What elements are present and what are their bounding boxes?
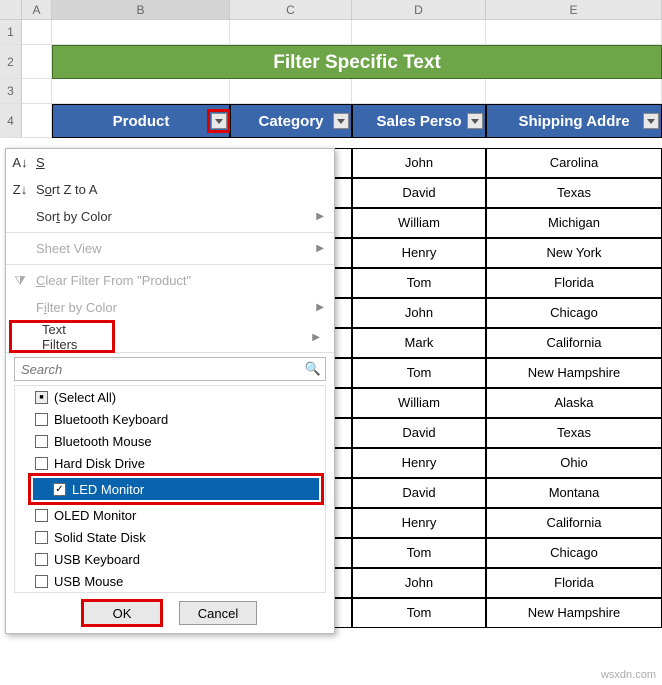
ok-button[interactable]: OK: [83, 601, 161, 625]
cell-sales[interactable]: Henry: [352, 238, 486, 268]
sort-by-color[interactable]: Sort by Color▶: [6, 203, 334, 230]
cell-ship[interactable]: California: [486, 328, 662, 358]
select-all-corner[interactable]: [0, 0, 22, 19]
cell-sales[interactable]: Tom: [352, 598, 486, 628]
col-header-A[interactable]: A: [22, 0, 52, 19]
sheet-view: Sheet View▶: [6, 235, 334, 262]
watermark: wsxdn.com: [601, 669, 656, 681]
cell-ship[interactable]: Chicago: [486, 538, 662, 568]
chevron-right-icon: ▶: [312, 332, 320, 343]
filter-dropdown-icon[interactable]: [211, 113, 227, 129]
cell-sales[interactable]: William: [352, 388, 486, 418]
filter-check-item[interactable]: OLED Monitor: [15, 504, 325, 526]
search-input[interactable]: [15, 361, 301, 378]
checkbox-icon: [35, 457, 48, 470]
checkbox-icon: [35, 509, 48, 522]
checkbox-icon: ✓: [53, 483, 66, 496]
cell-sales[interactable]: David: [352, 178, 486, 208]
checkbox-icon: [35, 531, 48, 544]
cell-ship[interactable]: California: [486, 508, 662, 538]
col-header-D[interactable]: D: [352, 0, 486, 19]
sort-az-icon: A↓: [12, 155, 28, 170]
cell-sales[interactable]: Tom: [352, 538, 486, 568]
header-product[interactable]: Product: [52, 104, 230, 138]
search-icon: 🔍: [301, 361, 325, 377]
cell-sales[interactable]: David: [352, 418, 486, 448]
cell-ship[interactable]: Montana: [486, 478, 662, 508]
filter-dropdown-icon[interactable]: [643, 113, 659, 129]
cell-ship[interactable]: Texas: [486, 178, 662, 208]
sort-az[interactable]: A↓ S: [6, 149, 334, 176]
row-header[interactable]: 3: [0, 79, 22, 104]
header-sales-person[interactable]: Sales Perso: [352, 104, 486, 138]
cell-ship[interactable]: Chicago: [486, 298, 662, 328]
filter-check-item[interactable]: Bluetooth Mouse: [15, 430, 325, 452]
checkbox-icon: [35, 435, 48, 448]
cell-sales[interactable]: John: [352, 298, 486, 328]
clear-filter: ⧩ Clear Filter From "Product": [6, 267, 334, 294]
cell-sales[interactable]: John: [352, 148, 486, 178]
checkbox-icon: [35, 413, 48, 426]
cell-ship[interactable]: Ohio: [486, 448, 662, 478]
title-merged-cell: Filter Specific Text: [52, 45, 662, 79]
cell-ship[interactable]: New Hampshire: [486, 598, 662, 628]
cell-sales[interactable]: Tom: [352, 358, 486, 388]
row-header[interactable]: 4: [0, 104, 22, 138]
filter-check-item[interactable]: Hard Disk Drive: [15, 452, 325, 474]
row-header[interactable]: 1: [0, 20, 22, 45]
sort-za[interactable]: Z↓ Sort Z to A: [6, 176, 334, 203]
filter-checklist: (Select All)Bluetooth KeyboardBluetooth …: [14, 385, 326, 593]
chevron-right-icon: ▶: [316, 211, 324, 222]
cell-ship[interactable]: Michigan: [486, 208, 662, 238]
cell-ship[interactable]: Texas: [486, 418, 662, 448]
filter-by-color: Filter by Color▶: [6, 294, 334, 321]
cell-ship[interactable]: New York: [486, 238, 662, 268]
chevron-right-icon: ▶: [316, 243, 324, 254]
cell-ship[interactable]: Florida: [486, 268, 662, 298]
column-header-row: A B C D E: [0, 0, 662, 20]
filter-check-item[interactable]: (Select All): [15, 386, 325, 408]
cell-sales[interactable]: William: [352, 208, 486, 238]
clear-filter-icon: ⧩: [12, 273, 28, 289]
cell-sales[interactable]: David: [352, 478, 486, 508]
col-header-B[interactable]: B: [52, 0, 230, 19]
header-shipping-address[interactable]: Shipping Addre: [486, 104, 662, 138]
col-header-E[interactable]: E: [486, 0, 662, 19]
cell-ship[interactable]: Alaska: [486, 388, 662, 418]
filter-check-item[interactable]: Solid State Disk: [15, 526, 325, 548]
cancel-button[interactable]: Cancel: [179, 601, 257, 625]
row-header[interactable]: 2: [0, 45, 22, 79]
header-category[interactable]: Category: [230, 104, 352, 138]
chevron-right-icon: ▶: [316, 302, 324, 313]
checkbox-icon: [35, 575, 48, 588]
text-filters[interactable]: Text Filters: [12, 323, 112, 350]
checkbox-icon: [35, 391, 48, 404]
checkbox-icon: [35, 553, 48, 566]
filter-check-item[interactable]: ✓LED Monitor: [33, 478, 319, 500]
sheet-grid: Filter Specific Text Product Category Sa…: [22, 20, 662, 138]
cell-ship[interactable]: Florida: [486, 568, 662, 598]
filter-search[interactable]: 🔍: [14, 357, 326, 381]
col-header-C[interactable]: C: [230, 0, 352, 19]
filter-check-item[interactable]: USB Keyboard: [15, 548, 325, 570]
filter-dropdown-icon[interactable]: [333, 113, 349, 129]
cell-sales[interactable]: John: [352, 568, 486, 598]
filter-check-item[interactable]: USB Mouse: [15, 570, 325, 592]
filter-dropdown-icon[interactable]: [467, 113, 483, 129]
autofilter-dropdown: A↓ S Z↓ Sort Z to A Sort by Color▶ Sheet…: [5, 148, 335, 634]
cell-sales[interactable]: Henry: [352, 448, 486, 478]
row-headers: 1 2 3 4: [0, 20, 22, 138]
filter-check-item[interactable]: Bluetooth Keyboard: [15, 408, 325, 430]
cell-sales[interactable]: Tom: [352, 268, 486, 298]
sort-za-icon: Z↓: [12, 182, 28, 197]
cell-ship[interactable]: New Hampshire: [486, 358, 662, 388]
cell-sales[interactable]: Mark: [352, 328, 486, 358]
cell-sales[interactable]: Henry: [352, 508, 486, 538]
cell-ship[interactable]: Carolina: [486, 148, 662, 178]
